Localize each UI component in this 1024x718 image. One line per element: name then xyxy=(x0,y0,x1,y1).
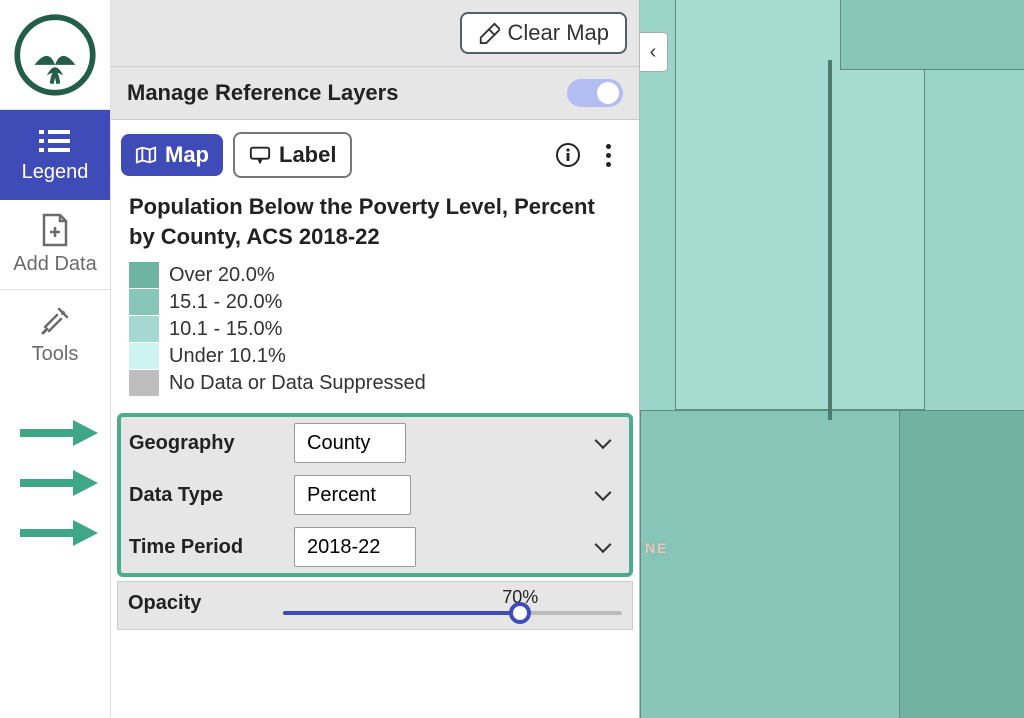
nav-item-label: Tools xyxy=(32,343,79,366)
layer-tabs-row: Map Label xyxy=(111,120,639,186)
map-region-label: NE xyxy=(645,540,668,556)
info-button[interactable] xyxy=(553,140,583,170)
list-icon xyxy=(38,127,72,155)
slider-fill xyxy=(283,611,520,615)
nav-item-tools[interactable]: Tools xyxy=(0,290,110,380)
logo-svg xyxy=(14,14,96,96)
legend-label: Under 10.1% xyxy=(169,345,286,368)
geography-select[interactable]: County xyxy=(294,423,406,463)
legend-label: Over 20.0% xyxy=(169,264,275,287)
add-file-icon xyxy=(40,213,70,247)
map-canvas[interactable]: ‹ NE xyxy=(640,0,1024,718)
legend-swatch xyxy=(129,370,159,396)
kebab-dot xyxy=(606,144,611,149)
legend-item: Over 20.0% xyxy=(129,262,621,288)
nav-item-label: Add Data xyxy=(13,253,96,276)
legend-list: Over 20.0% 15.1 - 20.0% 10.1 - 15.0% Und… xyxy=(111,259,639,409)
nav-column: Legend Add Data Tools xyxy=(0,0,111,718)
more-menu-button[interactable] xyxy=(593,140,623,170)
chevron-left-icon: ‹ xyxy=(650,41,657,64)
panel-collapse-button[interactable]: ‹ xyxy=(640,32,668,72)
legend-item: 10.1 - 15.0% xyxy=(129,316,621,342)
legend-item: Under 10.1% xyxy=(129,343,621,369)
tab-map[interactable]: Map xyxy=(121,134,223,176)
legend-swatch xyxy=(129,289,159,315)
opacity-control: Opacity 70% xyxy=(117,581,633,630)
control-time-period: Time Period 2018-22 xyxy=(121,521,629,573)
toggle-knob xyxy=(597,82,619,104)
slider-track xyxy=(283,611,622,615)
control-data-type: Data Type Percent xyxy=(121,469,629,521)
tab-map-label: Map xyxy=(165,142,209,168)
legend-label: 10.1 - 15.0% xyxy=(169,318,282,341)
label-icon xyxy=(249,144,271,166)
nav-item-label: Legend xyxy=(22,161,89,184)
control-label: Geography xyxy=(129,432,284,455)
info-icon xyxy=(555,142,581,168)
hint-arrow xyxy=(18,418,98,448)
layer-title: Population Below the Poverty Level, Perc… xyxy=(111,186,639,259)
map-background xyxy=(640,0,1024,718)
tab-label-label: Label xyxy=(279,142,336,168)
panel-top-bar: Clear Map xyxy=(111,0,639,67)
opacity-slider[interactable]: 70% xyxy=(283,593,622,615)
kebab-dot xyxy=(606,153,611,158)
reference-layers-title: Manage Reference Layers xyxy=(127,80,398,106)
legend-item: 15.1 - 20.0% xyxy=(129,289,621,315)
tab-label[interactable]: Label xyxy=(233,132,352,178)
kebab-dot xyxy=(606,162,611,167)
side-panel: Clear Map Manage Reference Layers Map La… xyxy=(111,0,640,718)
clear-map-label: Clear Map xyxy=(508,20,609,46)
legend-swatch xyxy=(129,262,159,288)
legend-label: 15.1 - 20.0% xyxy=(169,291,282,314)
clear-map-button[interactable]: Clear Map xyxy=(460,12,627,54)
legend-swatch xyxy=(129,316,159,342)
slider-thumb[interactable] xyxy=(509,602,531,624)
reference-layers-toggle[interactable] xyxy=(567,79,623,107)
app-logo xyxy=(0,0,110,110)
legend-item: No Data or Data Suppressed xyxy=(129,370,621,396)
legend-swatch xyxy=(129,343,159,369)
reference-layers-row: Manage Reference Layers xyxy=(111,67,639,120)
time-period-select[interactable]: 2018-22 xyxy=(294,527,416,567)
control-label: Data Type xyxy=(129,484,284,507)
tools-icon xyxy=(39,305,71,337)
nav-item-add-data[interactable]: Add Data xyxy=(0,200,110,290)
control-geography: Geography County xyxy=(121,417,629,469)
nav-item-legend[interactable]: Legend xyxy=(0,110,110,200)
legend-label: No Data or Data Suppressed xyxy=(169,372,426,395)
eraser-icon xyxy=(478,22,500,44)
layer-controls: Geography County Data Type Percent Time … xyxy=(117,413,633,577)
opacity-label: Opacity xyxy=(128,592,283,615)
hint-arrow xyxy=(18,518,98,548)
data-type-select[interactable]: Percent xyxy=(294,475,411,515)
hint-arrow xyxy=(18,468,98,498)
control-label: Time Period xyxy=(129,536,284,559)
map-icon xyxy=(135,144,157,166)
